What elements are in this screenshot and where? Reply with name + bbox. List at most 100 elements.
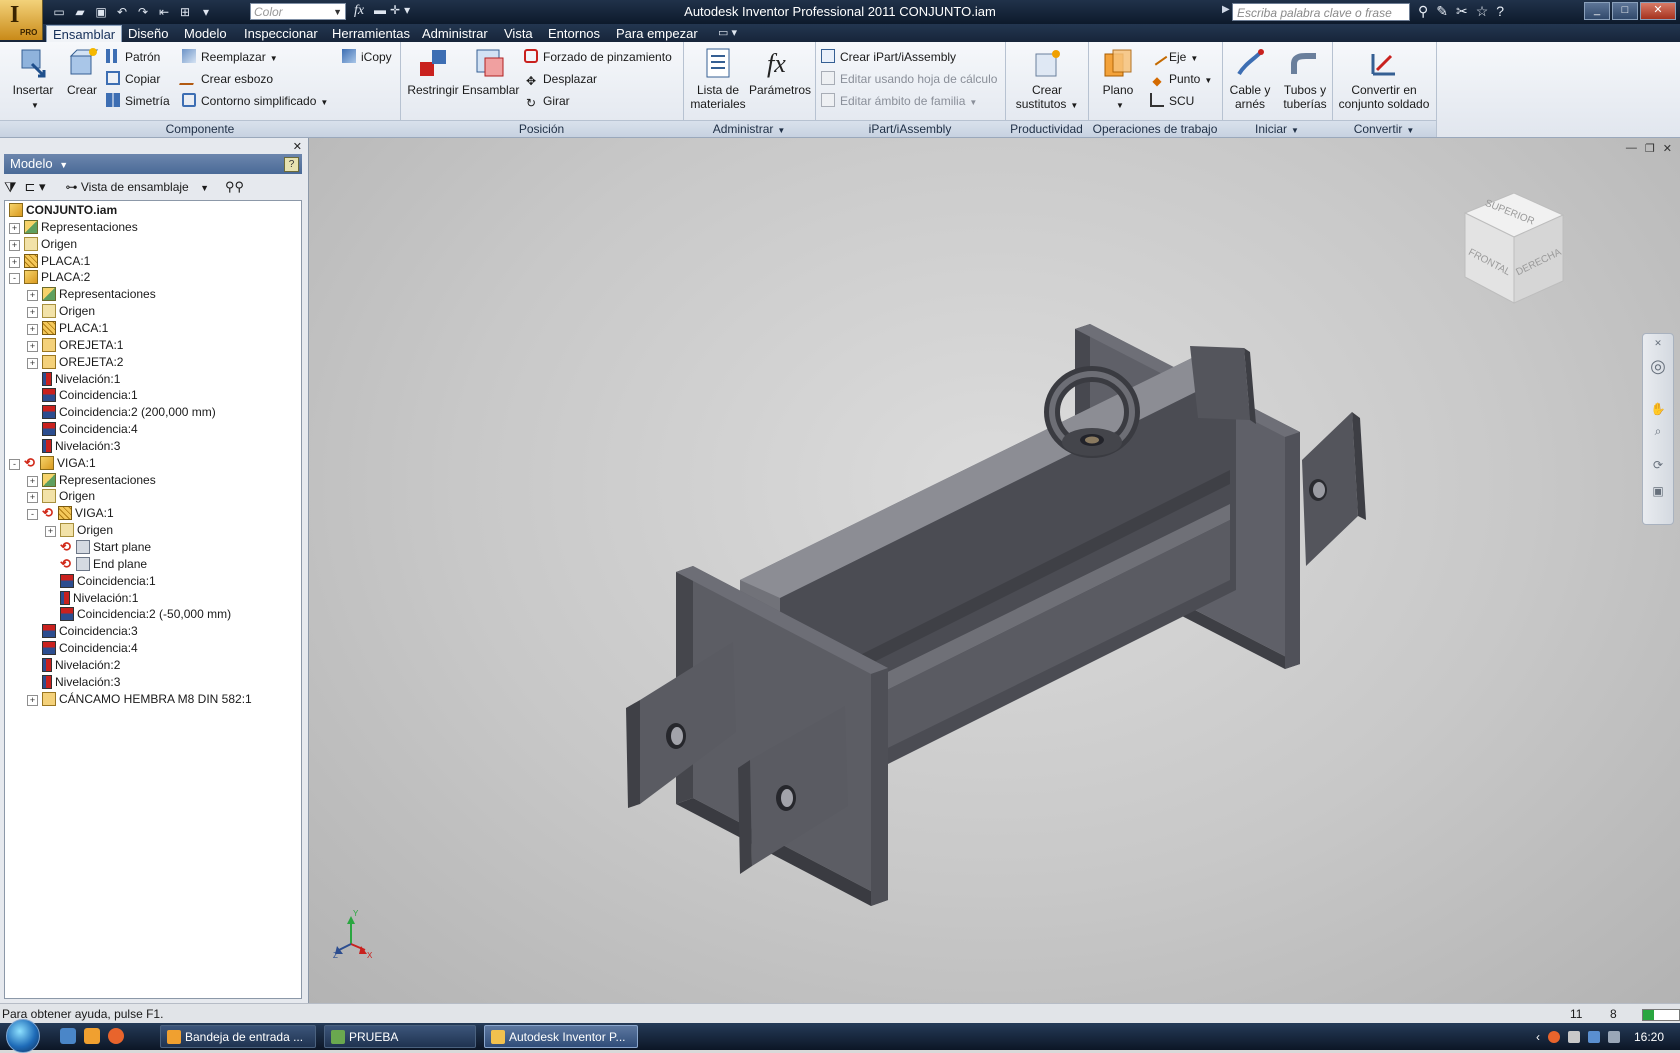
- tree-node[interactable]: ⟲ End plane: [45, 555, 147, 573]
- clock[interactable]: 16:20: [1634, 1030, 1664, 1044]
- browser-header[interactable]: Modelo ▼ ?: [4, 154, 302, 174]
- taskbar-item-inventor[interactable]: Autodesk Inventor P...: [484, 1025, 638, 1048]
- expand-icon[interactable]: +: [27, 340, 38, 352]
- tree-node[interactable]: Coincidencia:1: [27, 386, 138, 404]
- tab-para-empezar[interactable]: Para empezar: [610, 25, 704, 42]
- tree-view-icon[interactable]: ⊏ ▾: [25, 179, 46, 195]
- select-icon[interactable]: ⊞: [176, 3, 194, 21]
- collapse-icon[interactable]: -: [9, 273, 20, 285]
- save-icon[interactable]: ▣: [92, 3, 110, 21]
- tree-node[interactable]: + Origen: [27, 487, 95, 505]
- tree-node[interactable]: Nivelación:3: [27, 437, 120, 455]
- tree-node[interactable]: Coincidencia:2 (200,000 mm): [27, 403, 216, 421]
- tree-node[interactable]: + PLACA:1: [9, 252, 90, 270]
- crear-ipart-button[interactable]: Crear iPart/iAssembly: [821, 47, 956, 67]
- redo-icon[interactable]: ↷: [134, 3, 152, 21]
- tree-node[interactable]: ⟲ Start plane: [45, 538, 151, 556]
- volume-icon[interactable]: [1608, 1030, 1620, 1043]
- tab-herramientas[interactable]: Herramientas: [326, 25, 416, 42]
- help-icon[interactable]: ?: [284, 157, 299, 172]
- expand-icon[interactable]: +: [45, 526, 56, 538]
- tree-node[interactable]: + OREJETA:1: [27, 336, 123, 354]
- tools-icon[interactable]: ✎: [1436, 3, 1448, 20]
- find-binoculars-icon[interactable]: ⚲⚲: [225, 179, 244, 195]
- tray-expand-icon[interactable]: ‹: [1536, 1030, 1540, 1044]
- tree-node[interactable]: Nivelación:1: [45, 589, 138, 607]
- parametros-button[interactable]: fx Parámetros: [747, 46, 813, 97]
- lug-back-top[interactable]: [1190, 346, 1256, 424]
- tree-node[interactable]: + CÁNCAMO HEMBRA M8 DIN 582:1: [27, 690, 252, 708]
- search-expand-icon[interactable]: ▶: [1222, 4, 1230, 15]
- tab-inspeccionar[interactable]: Inspeccionar: [238, 25, 324, 42]
- network-icon[interactable]: [1588, 1030, 1600, 1043]
- desplazar-button[interactable]: ✥ Desplazar: [524, 69, 597, 89]
- tree-node[interactable]: + Representaciones: [9, 218, 138, 236]
- forzado-pinzamiento-button[interactable]: Forzado de pinzamiento: [524, 47, 672, 67]
- convertir-soldado-button[interactable]: Convertir en conjunto soldado: [1334, 46, 1434, 111]
- restringir-button[interactable]: Restringir: [406, 46, 460, 97]
- maximize-button[interactable]: □: [1612, 2, 1638, 20]
- copiar-button[interactable]: Copiar: [106, 69, 160, 89]
- tree-node[interactable]: - PLACA:2: [9, 268, 90, 286]
- close-icon[interactable]: ✕: [293, 140, 302, 153]
- tree-node[interactable]: Coincidencia:2 (-50,000 mm): [45, 605, 231, 623]
- editar-ambito-familia-button[interactable]: Editar ámbito de familia ▼: [821, 91, 977, 111]
- panel-title-iniciar[interactable]: Iniciar ▼: [1222, 120, 1332, 137]
- tree-node[interactable]: Nivelación:2: [27, 656, 120, 674]
- firefox-icon[interactable]: [108, 1028, 124, 1044]
- panel-title-administrar[interactable]: Administrar ▼: [683, 120, 815, 137]
- graphics-window[interactable]: — ❐ ✕ SUPERIOR FRONTAL DERECHA ✕ ◎ ✋ ⌕ ⟳…: [309, 138, 1680, 1003]
- scu-button[interactable]: SCU: [1150, 91, 1194, 111]
- editar-hoja-calculo-button[interactable]: Editar usando hoja de cálculo: [821, 69, 997, 89]
- return-icon[interactable]: ⇤: [155, 3, 173, 21]
- taskbar-item-prueba[interactable]: PRUEBA: [324, 1025, 476, 1048]
- eje-button[interactable]: Eje ▼: [1146, 44, 1198, 67]
- filter-icon[interactable]: ⧩: [4, 179, 17, 196]
- close-button[interactable]: ✕: [1640, 2, 1676, 20]
- tree-node[interactable]: + Origen: [45, 521, 113, 539]
- reemplazar-button[interactable]: Reemplazar ▼: [182, 47, 278, 67]
- show-desktop-icon[interactable]: [60, 1028, 76, 1044]
- tree-node[interactable]: - ⟲ VIGA:1: [27, 504, 114, 522]
- tab-ensamblar[interactable]: Ensamblar: [46, 25, 123, 43]
- tab-vista[interactable]: Vista: [498, 25, 539, 42]
- lista-materiales-button[interactable]: Lista de materiales: [687, 46, 749, 111]
- crear-button[interactable]: Crear: [62, 46, 102, 97]
- expand-icon[interactable]: +: [27, 307, 38, 319]
- expand-icon[interactable]: +: [9, 239, 20, 251]
- tab-administrar[interactable]: Administrar: [416, 25, 494, 42]
- lug-back-right[interactable]: [1302, 412, 1366, 566]
- tree-node[interactable]: Coincidencia:3: [27, 622, 138, 640]
- girar-button[interactable]: ↻ Girar: [524, 91, 570, 111]
- expand-icon[interactable]: +: [27, 323, 38, 335]
- view-combo[interactable]: ⊶ Vista de ensamblaje ▼: [66, 180, 209, 194]
- contorno-simplificado-button[interactable]: Contorno simplificado ▼: [182, 91, 328, 111]
- collapse-icon[interactable]: -: [27, 509, 38, 521]
- tree-node[interactable]: - ⟲ VIGA:1: [9, 454, 96, 472]
- tools2-icon[interactable]: ✂: [1456, 3, 1468, 20]
- tree-node[interactable]: Coincidencia:4: [27, 420, 138, 438]
- tree-node[interactable]: Nivelación:3: [27, 673, 120, 691]
- move-icon[interactable]: ✛: [390, 3, 400, 17]
- tree-node[interactable]: Nivelación:1: [27, 370, 120, 388]
- qat-customize-icon[interactable]: ▾: [404, 3, 410, 17]
- firefox-tray-icon[interactable]: [1548, 1030, 1560, 1043]
- tree-node[interactable]: Coincidencia:4: [27, 639, 138, 657]
- tree-node[interactable]: + PLACA:1: [27, 319, 108, 337]
- tree-node[interactable]: + Origen: [9, 235, 77, 253]
- icopy-button[interactable]: iCopy: [342, 47, 392, 67]
- taskbar-item-bandeja[interactable]: Bandeja de entrada ...: [160, 1025, 316, 1048]
- tab-entornos[interactable]: Entornos: [542, 25, 606, 42]
- collapse-icon[interactable]: -: [9, 458, 20, 470]
- expand-icon[interactable]: +: [9, 256, 20, 268]
- tree-node[interactable]: + Representaciones: [27, 471, 156, 489]
- ribbon-options-icon[interactable]: ▭ ▾: [718, 26, 737, 39]
- expand-icon[interactable]: +: [27, 290, 38, 302]
- expand-icon[interactable]: +: [27, 357, 38, 369]
- crear-sustitutos-button[interactable]: Crear sustitutos ▼: [1011, 46, 1083, 111]
- undo-icon[interactable]: ↶: [113, 3, 131, 21]
- expand-icon[interactable]: +: [9, 222, 20, 234]
- parameters-quick-icon[interactable]: fx: [354, 3, 364, 19]
- start-button[interactable]: [6, 1019, 40, 1053]
- help-icon[interactable]: ?: [1496, 3, 1504, 20]
